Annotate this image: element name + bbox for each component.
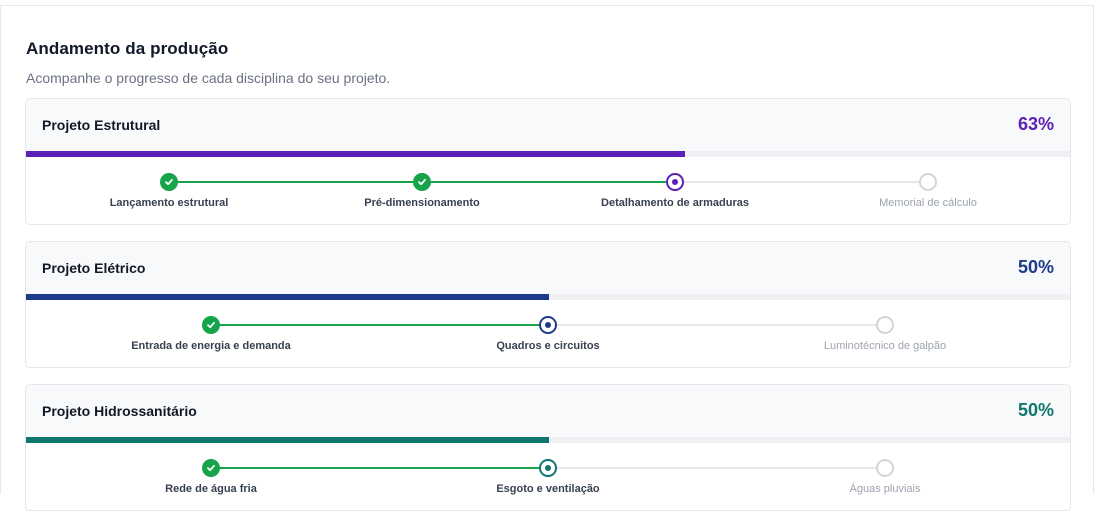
step-connector: [557, 467, 876, 469]
discipline-percent: 50%: [1017, 400, 1054, 420]
discipline-card: Projeto Elétrico 50% Entrada de energia e …: [25, 241, 1071, 368]
step-label: Luminotécnico de galpão: [823, 340, 947, 352]
discipline-card: Projeto Estrutural 63% Lançamento estrutur…: [25, 98, 1071, 225]
current-dot-icon: [666, 173, 684, 191]
step-tracker: Entrada de energia e demanda Quadros e ci…: [26, 300, 1070, 367]
discipline-name: Projeto Hidrossanitário: [42, 403, 197, 419]
step-tracker: Rede de água fria Esgoto e ventilação Água…: [26, 443, 1070, 510]
step-tracker: Lançamento estrutural Pré-dimensionamento…: [26, 157, 1070, 224]
empty-circle-icon: [919, 173, 937, 191]
step-label: Quadros e circuitos: [496, 340, 600, 352]
discipline-name: Projeto Estrutural: [42, 117, 161, 133]
discipline-header: Projeto Estrutural 63%: [26, 99, 1070, 151]
discipline-percent: 50%: [1017, 257, 1054, 277]
step-connector: [220, 324, 539, 326]
check-icon: [202, 459, 220, 477]
page-title: Andamento da produção: [26, 39, 229, 58]
check-icon: [160, 173, 178, 191]
step-connector: [431, 181, 666, 183]
step-label: Detalhamento de armaduras: [601, 197, 749, 209]
empty-circle-icon: [876, 459, 894, 477]
step-connector: [684, 181, 919, 183]
discipline-name: Projeto Elétrico: [42, 260, 146, 276]
step-label: Lançamento estrutural: [109, 197, 229, 209]
check-icon: [413, 173, 431, 191]
discipline-card: Projeto Hidrossanitário 50% Rede de água f…: [25, 384, 1071, 511]
step-label: Memorial de cálculo: [879, 197, 977, 209]
current-dot-icon: [539, 316, 557, 334]
step-label: Entrada de energia e demanda: [131, 340, 291, 352]
step-connector: [178, 181, 413, 183]
step-connector: [220, 467, 539, 469]
step-label: Águas pluviais: [849, 483, 921, 495]
discipline-percent: 63%: [1017, 114, 1054, 134]
page-subtitle: Acompanhe o progresso de cada disciplina…: [26, 70, 391, 86]
step-label: Esgoto e ventilação: [496, 483, 600, 495]
discipline-header: Projeto Hidrossanitário 50%: [26, 385, 1070, 437]
current-dot-icon: [539, 459, 557, 477]
discipline-header: Projeto Elétrico 50%: [26, 242, 1070, 294]
step-label: Pré-dimensionamento: [364, 197, 480, 209]
check-icon: [202, 316, 220, 334]
step-connector: [557, 324, 876, 326]
empty-circle-icon: [876, 316, 894, 334]
step-label: Rede de água fria: [165, 483, 257, 495]
